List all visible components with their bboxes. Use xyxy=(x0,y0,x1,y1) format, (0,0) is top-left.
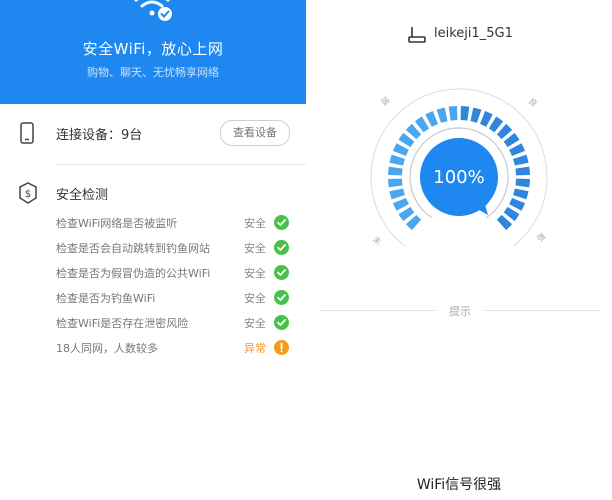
hero-subtitle: 购物、聊天、无忧畅享网络 xyxy=(87,66,219,79)
check-status: 安全 xyxy=(244,217,266,230)
check-row: 检查是否会自动跳转到钓鱼网站 安全 xyxy=(0,237,306,261)
warning-icon xyxy=(274,340,289,355)
gauge-label-good: 良 xyxy=(527,96,540,109)
gauge-segment xyxy=(425,110,439,127)
divider xyxy=(56,164,306,165)
gauge-segment xyxy=(392,143,409,157)
security-panel: 安全WiFi，放心上网 购物、聊天、无忧畅享网络 连接设备：9台 查看设备 $ … xyxy=(0,0,306,500)
gauge-label-none: 未 xyxy=(371,234,384,247)
hero-banner: 安全WiFi，放心上网 购物、聊天、无忧畅享网络 xyxy=(0,0,306,104)
gauge-segment xyxy=(392,197,409,211)
gauge-segment xyxy=(388,166,403,176)
hint-label: 提示 xyxy=(449,305,471,318)
security-check-title: 安全检测 xyxy=(56,188,109,203)
check-status: 异常 xyxy=(244,342,266,355)
gauge-segment xyxy=(509,197,526,211)
ssid-name: leikeji1_5G1 xyxy=(434,26,513,41)
signal-percent-text: 100% xyxy=(433,167,484,188)
check-status: 安全 xyxy=(244,317,266,330)
check-status: 安全 xyxy=(244,267,266,280)
check-row: 检查是否为假冒伪造的公共WiFi 安全 xyxy=(0,262,306,286)
gauge-segment xyxy=(389,188,405,200)
check-ok-icon xyxy=(274,290,289,305)
hero-title: 安全WiFi，放心上网 xyxy=(82,40,224,58)
check-text: 检查WiFi网络是否被监听 xyxy=(56,217,178,230)
security-check-header: $ 安全检测 xyxy=(0,178,306,208)
gauge-label-weak: 弱 xyxy=(380,95,392,107)
check-text: 18人同网，人数较多 xyxy=(56,342,158,355)
check-row: 检查WiFi是否存在泄密风险 安全 xyxy=(0,312,306,336)
shield-icon: $ xyxy=(19,182,37,204)
gauge-segment xyxy=(513,154,529,166)
connected-devices-label: 连接设备：9台 xyxy=(56,128,143,143)
gauge-segment xyxy=(515,178,530,188)
divider xyxy=(320,310,436,311)
check-text: 检查是否为钓鱼WiFi xyxy=(56,292,156,305)
gauge-segment xyxy=(389,154,405,166)
ssid-header: leikeji1_5G1 xyxy=(306,24,612,46)
check-text: 检查WiFi是否存在泄密风险 xyxy=(56,317,189,330)
check-ok-icon xyxy=(274,265,289,280)
svg-text:$: $ xyxy=(25,189,31,200)
gauge-segment xyxy=(479,110,493,127)
check-row: 18人同网，人数较多 异常 xyxy=(0,337,306,361)
router-icon xyxy=(408,27,426,43)
check-status: 安全 xyxy=(244,242,266,255)
check-status: 安全 xyxy=(244,292,266,305)
signal-panel: leikeji1_5G1 100% 弱 良 未 强 提示 WiFi信号很强 xyxy=(306,0,612,500)
connected-devices-row: 连接设备：9台 查看设备 xyxy=(0,104,306,164)
check-row: 检查是否为钓鱼WiFi 安全 xyxy=(0,287,306,311)
wifi-secure-icon xyxy=(134,0,172,21)
check-ok-icon xyxy=(274,240,289,255)
view-devices-button[interactable]: 查看设备 xyxy=(220,120,290,146)
gauge-segment xyxy=(460,106,470,121)
divider xyxy=(484,310,600,311)
gauge-segment xyxy=(470,107,482,123)
gauge-segment xyxy=(436,107,448,123)
gauge-segment xyxy=(448,106,458,121)
check-text: 检查是否会自动跳转到钓鱼网站 xyxy=(56,242,210,255)
phone-icon xyxy=(20,122,34,144)
check-ok-icon xyxy=(274,315,289,330)
gauge-segment xyxy=(513,188,529,200)
check-text: 检查是否为假冒伪造的公共WiFi xyxy=(56,267,211,280)
gauge-segment xyxy=(515,166,530,176)
gauge-segment xyxy=(509,143,526,157)
check-row: 检查WiFi网络是否被监听 安全 xyxy=(0,212,306,236)
gauge-segment xyxy=(388,178,403,188)
gauge-label-strong: 强 xyxy=(536,231,548,243)
signal-strength-text: WiFi信号很强 xyxy=(416,477,502,493)
check-ok-icon xyxy=(274,215,289,230)
signal-gauge: 100% 弱 良 未 强 xyxy=(370,88,548,247)
